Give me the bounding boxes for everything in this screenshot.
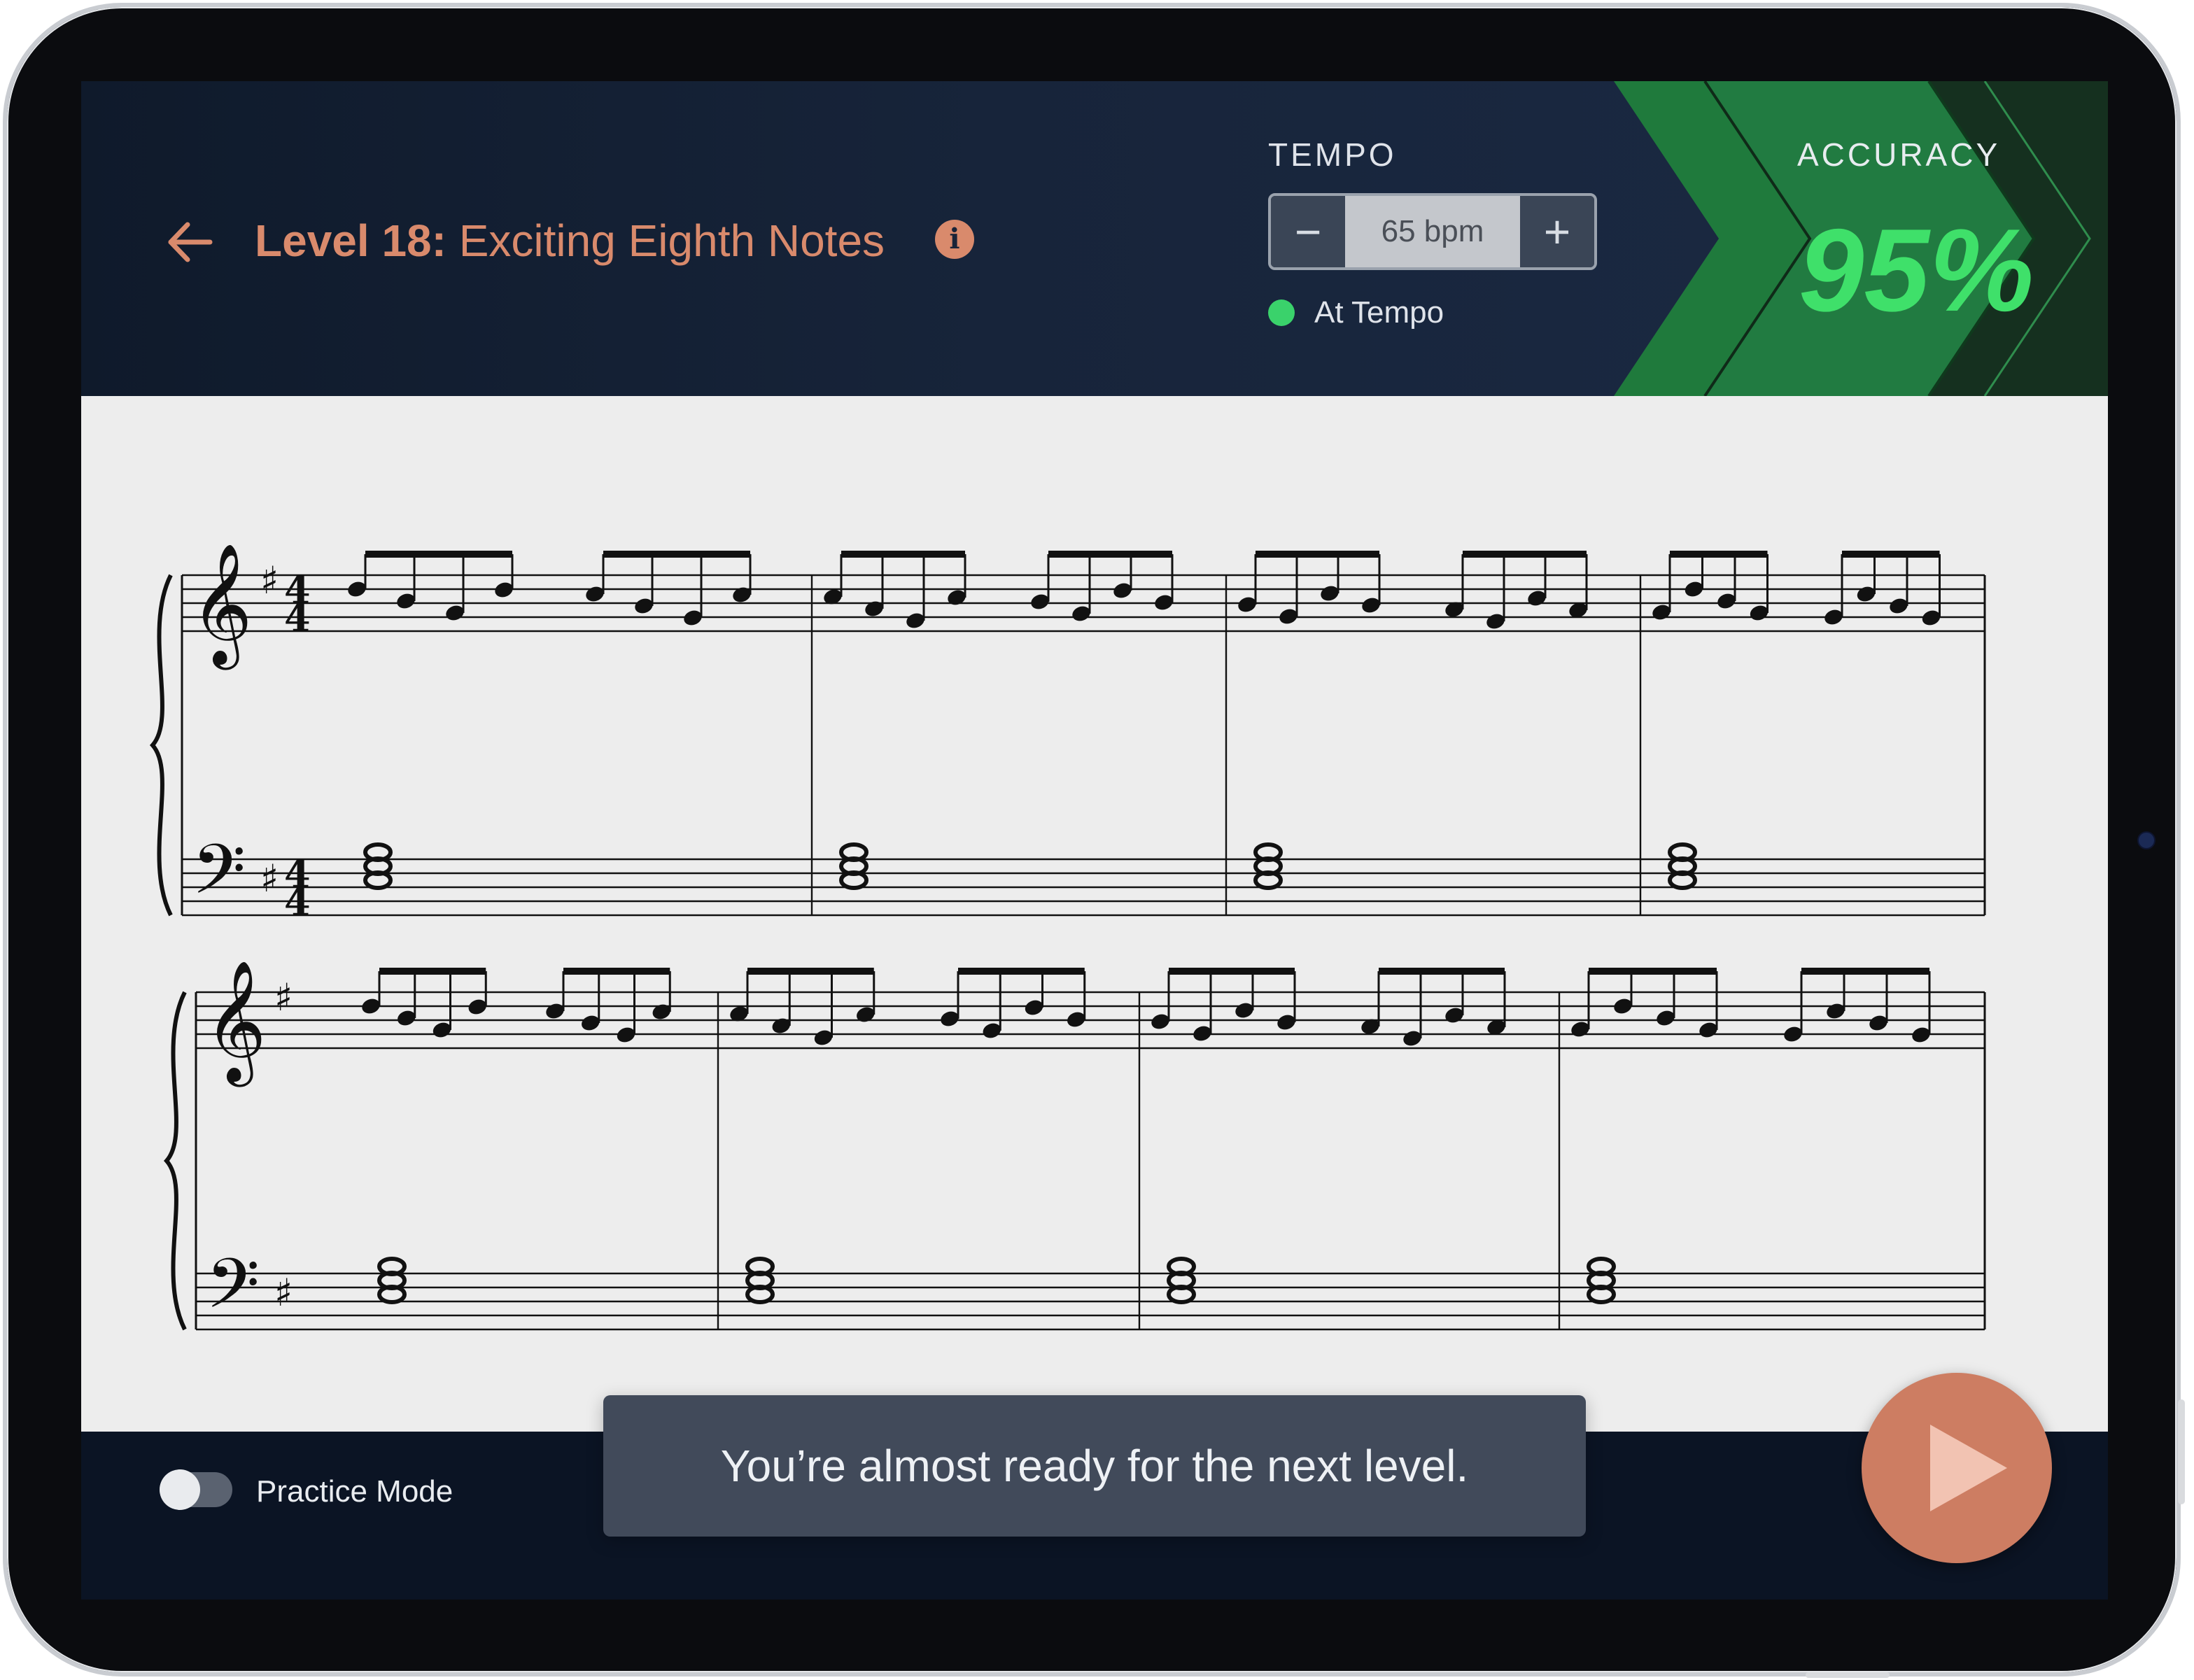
level-name: Exciting Eighth Notes: [458, 216, 885, 266]
tempo-status: At Tempo: [1268, 295, 1444, 330]
volume-button: [2178, 1399, 2185, 1504]
info-icon[interactable]: i: [935, 220, 974, 259]
practice-mode-label: Practice Mode: [256, 1474, 453, 1509]
tempo-increase-button[interactable]: +: [1520, 196, 1594, 267]
power-button: [1806, 1672, 1890, 1678]
practice-mode-toggle[interactable]: [160, 1469, 232, 1510]
key-signature-sharp: ♯: [274, 975, 293, 1019]
time-signature: 4: [284, 880, 311, 924]
key-signature-sharp: ♯: [274, 1271, 293, 1315]
key-signature-sharp: ♯: [260, 558, 279, 602]
brace: [163, 991, 187, 1331]
treble-clef: 𝄞: [190, 543, 253, 670]
page-title: Level 18: Exciting Eighth Notes: [255, 213, 885, 269]
sheet-music-area: 𝄞 𝄢 ♯ ♯ 4 4 4 4 𝄞 𝄢 ♯ ♯: [81, 396, 2108, 1432]
tempo-stepper: − 65 bpm +: [1268, 193, 1597, 270]
play-button[interactable]: [1862, 1373, 2052, 1563]
app-screen: Level 18: Exciting Eighth Notes i TEMPO …: [81, 81, 2108, 1600]
treble-clef: 𝄞: [204, 960, 267, 1087]
brace: [149, 574, 173, 917]
bass-clef: 𝄢: [192, 830, 246, 927]
tempo-value: 65 bpm: [1345, 196, 1520, 267]
toggle-knob: [160, 1469, 200, 1510]
time-signature: 4: [284, 595, 311, 640]
key-signature-sharp: ♯: [260, 856, 279, 901]
header-bar: Level 18: Exciting Eighth Notes i TEMPO …: [81, 81, 2108, 396]
play-icon: [1930, 1425, 2007, 1511]
arrow-left-icon[interactable]: [165, 218, 214, 267]
tempo-decrease-button[interactable]: −: [1271, 196, 1345, 267]
accuracy-value: 95%: [1799, 204, 2034, 336]
status-dot-icon: [1268, 299, 1295, 326]
sheet-music-score: 𝄞𝄢♯♯4444𝄞𝄢♯♯: [149, 543, 1986, 1341]
level-number: Level 18:: [255, 216, 446, 266]
tempo-label: TEMPO: [1268, 136, 1397, 173]
feedback-toast: You’re almost ready for the next level.: [603, 1395, 1586, 1537]
accuracy-label: ACCURACY: [1797, 136, 2001, 173]
camera-dot: [2137, 831, 2156, 849]
tempo-status-text: At Tempo: [1314, 295, 1444, 330]
bass-clef: 𝄢: [206, 1244, 260, 1341]
